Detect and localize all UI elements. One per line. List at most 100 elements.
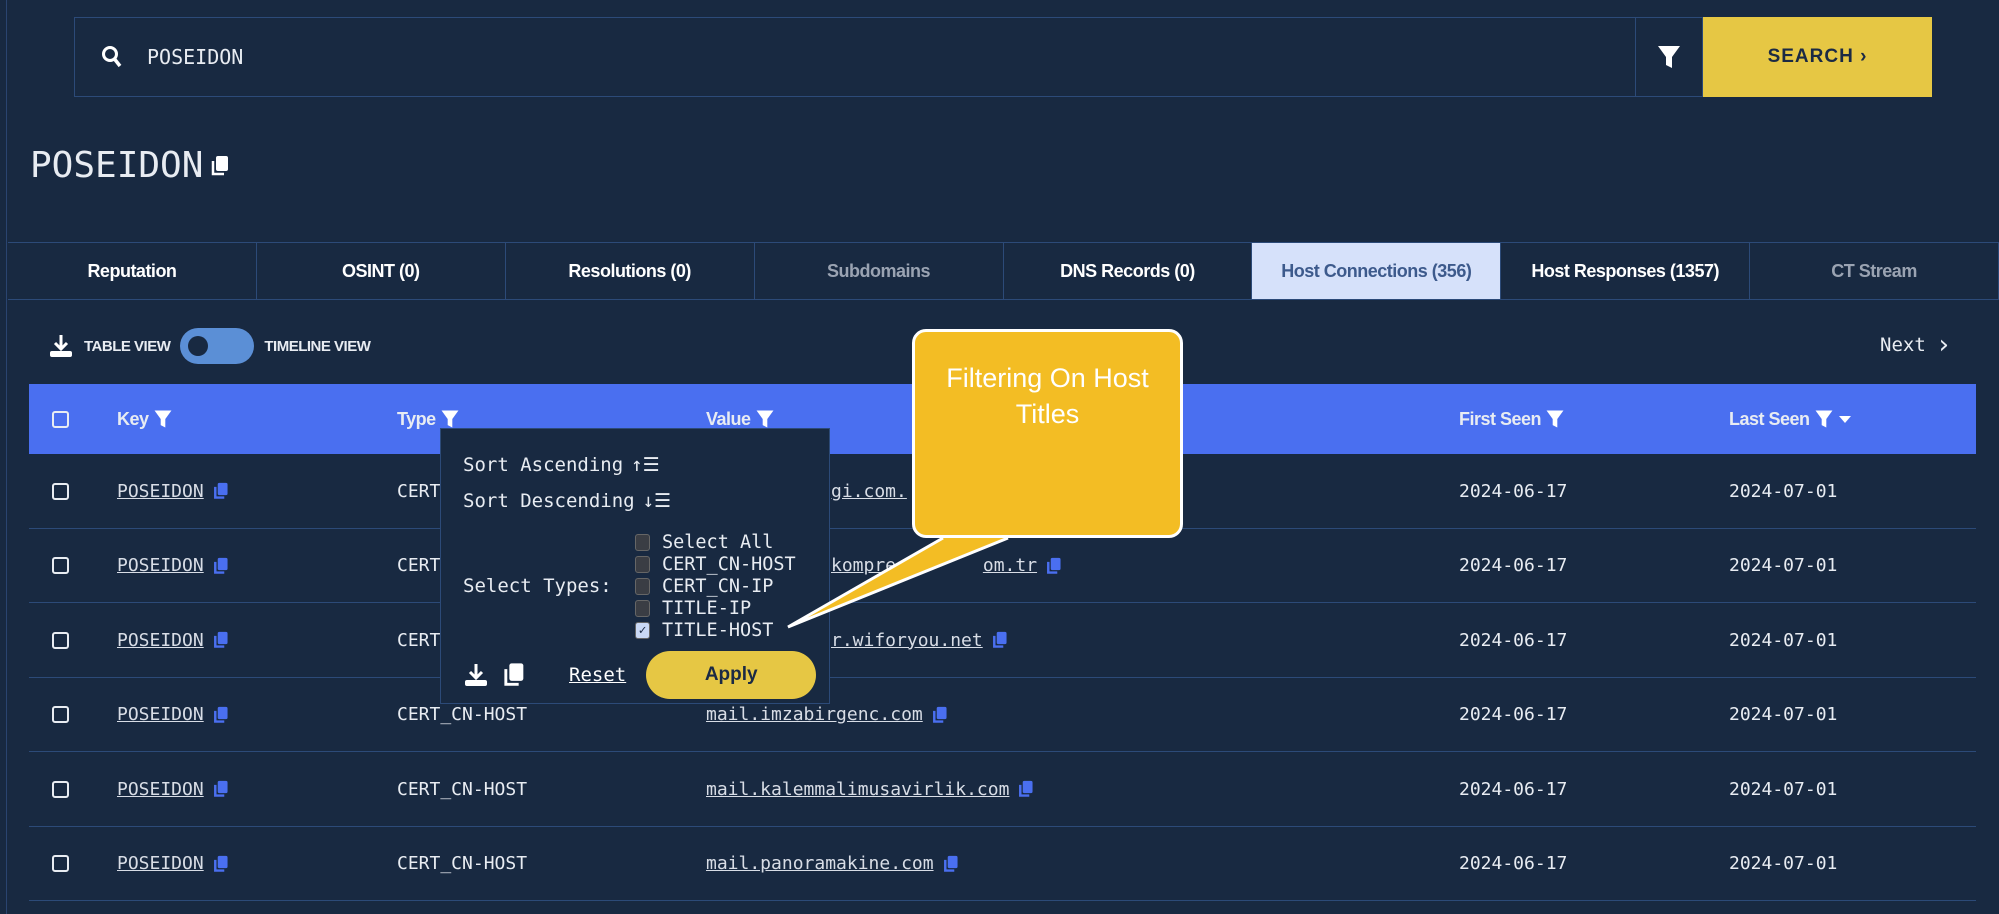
search-button[interactable]: SEARCH ›	[1703, 17, 1932, 97]
option-checkbox[interactable]	[635, 577, 650, 595]
key-link[interactable]: POSEIDON	[117, 630, 204, 651]
copy-icon[interactable]	[212, 556, 230, 576]
table-view-label: TABLE VIEW	[84, 337, 171, 355]
type-option[interactable]: CERT_CN-IP	[635, 575, 796, 597]
row-checkbox[interactable]	[52, 780, 69, 798]
header-value-label: Value	[706, 408, 751, 429]
option-checkbox[interactable]	[635, 555, 650, 573]
timeline-view-label: TIMELINE VIEW	[264, 337, 371, 355]
last-seen-cell: 2024-07-01	[1729, 778, 1838, 800]
view-toggle[interactable]	[180, 328, 255, 364]
row-checkbox[interactable]	[52, 482, 69, 500]
type-option[interactable]: Select All	[635, 531, 796, 553]
value-link[interactable]: gi.com.	[831, 481, 907, 502]
type-cell: CERT	[397, 555, 441, 576]
filter-icon[interactable]	[440, 409, 460, 429]
search-input[interactable]	[147, 45, 1447, 69]
tab-resolutions[interactable]: Resolutions (0)	[506, 243, 755, 299]
option-label: TITLE-HOST	[662, 619, 774, 641]
copy-icon[interactable]	[212, 630, 230, 650]
table-row: POSEIDON CERT_CN-HOST mail.panoramakine.…	[29, 827, 1976, 901]
type-option[interactable]: ✓ TITLE-HOST	[635, 619, 796, 641]
next-button[interactable]: Next ›	[1880, 330, 1951, 360]
tab-subdomains[interactable]: Subdomains	[755, 243, 1004, 299]
last-seen-cell: 2024-07-01	[1729, 555, 1838, 576]
copy-icon[interactable]	[931, 705, 949, 725]
key-link[interactable]: POSEIDON	[117, 555, 204, 576]
type-option[interactable]: CERT_CN-HOST	[635, 553, 796, 575]
search-icon	[102, 46, 122, 68]
type-option[interactable]: TITLE-IP	[635, 597, 796, 619]
type-cell: CERT_CN-HOST	[397, 778, 528, 800]
copy-icon[interactable]	[212, 481, 230, 501]
copy-icon[interactable]	[209, 154, 231, 178]
download-icon[interactable]	[463, 662, 489, 688]
tab-dns-records[interactable]: DNS Records (0)	[1004, 243, 1253, 299]
view-toolbar: TABLE VIEW TIMELINE VIEW	[48, 328, 371, 364]
page-title: POSEIDON	[30, 145, 231, 186]
copy-icon[interactable]	[942, 854, 960, 874]
first-seen-cell: 2024-06-17	[1459, 480, 1568, 502]
last-seen-cell: 2024-07-01	[1729, 853, 1838, 874]
tab-bar: Reputation OSINT (0) Resolutions (0) Sub…	[8, 242, 1999, 300]
copy-icon[interactable]	[501, 661, 527, 689]
copy-icon[interactable]	[212, 705, 230, 725]
filter-icon[interactable]	[1545, 409, 1565, 429]
tab-host-connections[interactable]: Host Connections (356)	[1252, 243, 1502, 299]
filter-icon[interactable]	[153, 409, 173, 429]
download-icon[interactable]	[48, 333, 74, 359]
key-link[interactable]: POSEIDON	[117, 481, 204, 502]
row-checkbox[interactable]	[52, 631, 69, 649]
option-label: Select All	[662, 531, 774, 553]
copy-icon[interactable]	[212, 779, 230, 799]
row-checkbox[interactable]	[52, 855, 69, 872]
value-link[interactable]: mail.panoramakine.com	[706, 853, 934, 874]
header-type-label: Type	[397, 408, 436, 429]
row-checkbox[interactable]	[52, 557, 69, 574]
first-seen-cell: 2024-06-17	[1459, 555, 1568, 576]
sort-descending[interactable]: Sort Descending ↓☰	[463, 483, 829, 519]
value-link[interactable]: mail.kalemmalimusavirlik.com	[706, 779, 1009, 800]
tab-host-responses[interactable]: Host Responses (1357)	[1501, 243, 1751, 299]
key-link[interactable]: POSEIDON	[117, 704, 204, 725]
key-link[interactable]: POSEIDON	[117, 853, 204, 874]
option-checkbox[interactable]	[635, 533, 650, 551]
left-border	[6, 0, 7, 914]
select-all-checkbox[interactable]	[52, 384, 69, 454]
reset-link[interactable]: Reset	[569, 664, 626, 686]
first-seen-cell: 2024-06-17	[1459, 853, 1568, 874]
filter-icon[interactable]	[755, 409, 775, 429]
table-row: POSEIDON CERT_CN-HOST mail.kalemmalimusa…	[29, 752, 1976, 827]
apply-button[interactable]: Apply	[646, 651, 817, 699]
sort-descending-icon: ↓☰	[642, 490, 672, 512]
filter-icon[interactable]	[1814, 409, 1834, 429]
search-bar	[74, 17, 1636, 97]
row-checkbox[interactable]	[52, 706, 69, 723]
table-row: POSEIDON CERT_CN-HOST mail.imzabirgenc.c…	[29, 678, 1976, 752]
next-label: Next	[1880, 334, 1926, 356]
sort-ascending[interactable]: Sort Ascending ↑☰	[463, 447, 829, 483]
checkbox[interactable]	[52, 410, 69, 428]
copy-icon[interactable]	[1045, 556, 1063, 576]
tab-osint[interactable]: OSINT (0)	[257, 243, 506, 299]
header-key[interactable]: Key	[117, 384, 173, 454]
filter-button[interactable]	[1636, 17, 1703, 97]
key-link[interactable]: POSEIDON	[117, 779, 204, 800]
type-options: Select All CERT_CN-HOST CERT_CN-IP TITLE-IP…	[635, 531, 796, 641]
option-label: CERT_CN-HOST	[662, 553, 796, 575]
header-key-label: Key	[117, 408, 149, 429]
type-cell: CERT_CN-HOST	[397, 853, 528, 874]
tab-reputation[interactable]: Reputation	[8, 243, 257, 299]
header-last-seen[interactable]: Last Seen	[1729, 384, 1852, 454]
last-seen-cell: 2024-07-01	[1729, 704, 1838, 725]
filter-icon	[1658, 46, 1680, 68]
tab-ct-stream[interactable]: CT Stream	[1750, 243, 1999, 299]
sort-ascending-icon: ↑☰	[631, 454, 660, 476]
header-first-seen[interactable]: First Seen	[1459, 384, 1565, 454]
copy-icon[interactable]	[1017, 779, 1035, 799]
value-link[interactable]: mail.imzabirgenc.com	[706, 704, 923, 725]
option-checkbox[interactable]: ✓	[635, 621, 650, 639]
sort-down-icon[interactable]	[1838, 414, 1852, 424]
option-checkbox[interactable]	[635, 599, 650, 617]
copy-icon[interactable]	[212, 854, 230, 874]
